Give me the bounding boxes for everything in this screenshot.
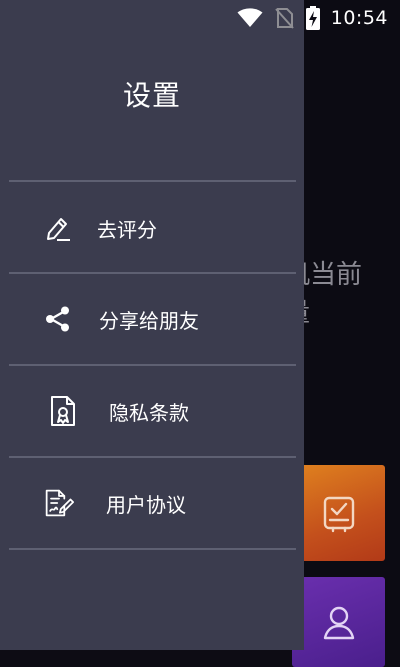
- menu-item-share-label: 分享给朋友: [99, 308, 199, 333]
- drawer-title: 设置: [122, 79, 181, 112]
- status-bar: 10:54: [0, 0, 400, 36]
- no-sim-icon: [274, 8, 294, 29]
- divider: [9, 180, 296, 182]
- pen-rate-icon: [43, 213, 73, 243]
- menu-item-privacy[interactable]: 隐私条款: [9, 366, 296, 456]
- wifi-icon: [237, 8, 263, 27]
- clock: 10:54: [330, 7, 388, 29]
- agreement-document-icon: [44, 488, 74, 518]
- checklist-icon: [323, 496, 355, 533]
- menu-item-share[interactable]: 分享给朋友: [9, 274, 296, 364]
- menu-item-rate[interactable]: 去评分: [9, 183, 296, 273]
- menu-item-agreement-label: 用户协议: [106, 492, 186, 517]
- menu-item-agreement[interactable]: 用户协议: [9, 458, 296, 548]
- battery-charging-icon: [305, 6, 320, 30]
- menu-item-privacy-label: 隐私条款: [109, 400, 189, 425]
- share-icon: [43, 304, 73, 334]
- navigation-drawer: 设置 去评分 分享给朋友 隐私条款 用户协议: [0, 0, 304, 650]
- background-card-purple[interactable]: [292, 577, 385, 667]
- user-icon: [323, 606, 355, 640]
- background-card-orange[interactable]: [292, 465, 385, 561]
- menu-item-rate-label: 去评分: [97, 217, 157, 242]
- privacy-document-icon: [48, 396, 78, 426]
- divider: [9, 548, 296, 550]
